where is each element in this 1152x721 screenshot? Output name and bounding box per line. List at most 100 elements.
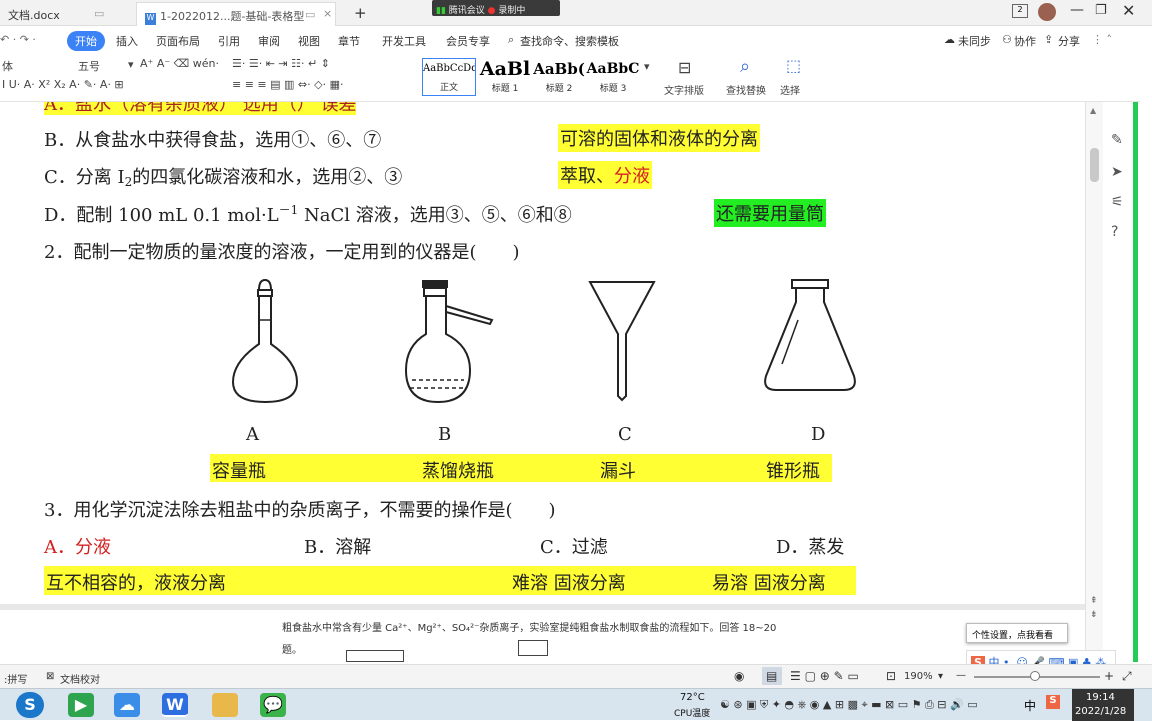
window-close-icon[interactable]: ✕ — [1122, 1, 1135, 20]
menu-layout[interactable]: 页面布局 — [156, 33, 200, 49]
menu-review[interactable]: 审阅 — [258, 33, 280, 49]
file-explorer-icon[interactable] — [212, 693, 238, 717]
page-view-icon[interactable]: ▤ — [766, 669, 777, 683]
show-desktop[interactable] — [1134, 689, 1152, 721]
undo-icon[interactable]: ↶ · ↷ · — [0, 33, 36, 46]
pen-icon[interactable]: ✎ — [1111, 132, 1123, 148]
italic-icon[interactable]: I U· A· X² X₂ A· ✎· A· ⊞ — [2, 78, 124, 91]
search-icon[interactable]: ⌕ — [508, 33, 514, 47]
page-down-icon[interactable]: ⇟ — [1090, 610, 1098, 620]
cloud-app-icon[interactable]: ☁ — [114, 693, 140, 717]
avatar[interactable] — [1038, 3, 1056, 21]
menu-developer[interactable]: 开发工具 — [382, 33, 426, 49]
minimize-icon[interactable]: — — [1070, 2, 1084, 18]
zoom-out-icon[interactable]: — — [956, 670, 966, 681]
find-icon[interactable]: ⌕ — [740, 56, 750, 77]
personalize-tooltip[interactable]: 个性设置，点我看看 — [966, 623, 1068, 643]
option-d-post: NaCl 溶液，选用③、⑤、⑥和⑧ — [298, 205, 572, 226]
bullet-list-icon[interactable]: ☰· ☰· ⇤ ⇥ ☷· ↵ ⇕ — [232, 57, 330, 70]
option-d-line: D．配制 100 mL 0.1 mol·L－1 NaCl 溶液，选用③、⑤、⑥和… — [44, 201, 572, 227]
option-c-post: 的四氯化碳溶液和水，选用②、③ — [132, 167, 403, 188]
option-b-line: B．从食盐水中获得食盐，选用①、⑥、⑦ — [44, 130, 382, 151]
font-name-box[interactable]: 体 — [2, 58, 13, 74]
menu-view[interactable]: 视图 — [298, 33, 320, 49]
select-icon[interactable]: ⬚ — [786, 56, 801, 75]
align-icons[interactable]: ≡ ≡ ≡ ▤ ▥ ⇔· ◇· ▦· — [232, 78, 343, 91]
menu-bar: ↶ · ↷ · 开始 插入 页面布局 引用 审阅 视图 章节 开发工具 会员专享… — [0, 28, 1152, 52]
wechat-icon[interactable]: 💬 — [260, 693, 286, 717]
tab-pin-icon[interactable]: ▭ — [305, 8, 315, 21]
eye-protect-icon[interactable]: ◉ — [734, 669, 744, 683]
more-icon[interactable]: ⋮ ˄ — [1092, 33, 1112, 46]
scroll-thumb[interactable] — [1090, 148, 1099, 182]
unsync-label[interactable]: 未同步 — [958, 33, 991, 49]
player-icon[interactable]: ▶ — [68, 693, 94, 717]
meeting-frame-edge — [1133, 102, 1138, 662]
collab-button[interactable]: 协作 — [1014, 33, 1036, 49]
font-size-box[interactable]: 五号 — [78, 58, 100, 74]
document-page[interactable]: A．盐水（溶有杂质液） 选用（） 误差 B．从食盐水中获得食盐，选用①、⑥、⑦ … — [0, 102, 1085, 662]
name-erlenmeyer-flask: 锥形瓶 — [766, 461, 820, 482]
font-size-dropdown-icon[interactable]: ▾ — [128, 58, 134, 71]
close-icon[interactable]: × — [323, 7, 332, 20]
new-tab-button[interactable]: + — [346, 2, 375, 26]
settings-sliders-icon[interactable]: ⚟ — [1111, 194, 1124, 210]
scroll-up-icon[interactable]: ▲ — [1090, 106, 1096, 115]
status-spellcheck-icon[interactable]: :拼写 — [4, 671, 27, 686]
doc-check-button[interactable]: 文档校对 — [60, 671, 100, 686]
menu-chapter[interactable]: 章节 — [338, 33, 360, 49]
zoom-slider-handle[interactable] — [1030, 671, 1040, 681]
find-replace-button[interactable]: 查找替换 — [726, 82, 766, 97]
tab-doc2-label: 1-2022012...题-基础-表格型 — [160, 10, 305, 23]
zoom-level[interactable]: 190% — [904, 671, 933, 682]
wps-doc-icon: W — [145, 13, 156, 25]
wps-writer-icon[interactable]: W — [162, 693, 188, 717]
zoom-icon[interactable]: ⊡ — [886, 669, 896, 683]
styles-dropdown-icon[interactable]: ▾ — [644, 60, 650, 73]
grow-font-icon[interactable]: A⁺ A⁻ ⌫ wén· — [140, 57, 219, 70]
page-up-icon[interactable]: ⇞ — [1090, 596, 1098, 606]
select-button[interactable]: 选择 — [780, 82, 800, 97]
fullscreen-icon[interactable]: ⤢ — [1122, 669, 1132, 684]
menu-insert[interactable]: 插入 — [116, 33, 138, 49]
tab-doc2[interactable]: W 1-2022012...题-基础-表格型 ▭ × — [136, 2, 336, 26]
style-heading1[interactable]: AaBl 标题 1 — [478, 58, 532, 96]
tray-ime[interactable]: 中 — [1024, 697, 1036, 714]
zoom-in-icon[interactable]: + — [1104, 669, 1114, 683]
tab-doc1[interactable]: 文档.docx ▭ — [0, 2, 130, 26]
cursor-icon[interactable]: ➤ — [1111, 164, 1123, 180]
command-search[interactable]: 查找命令、搜索模板 — [520, 33, 619, 49]
style-normal[interactable]: AaBbCcDd 正文 — [422, 58, 476, 96]
volumetric-flask-image — [231, 278, 299, 404]
sync-icon[interactable]: ☁ — [944, 33, 955, 46]
vertical-scrollbar[interactable]: ▲ ⇞ ⇟ — [1085, 102, 1103, 662]
style-heading2[interactable]: AaBb( 标题 2 — [532, 58, 586, 96]
text-layout-icon[interactable]: ⊟ — [678, 58, 691, 77]
collab-icon[interactable]: ⚇ — [1002, 33, 1012, 46]
name-distilling-flask: 蒸馏烧瓶 — [422, 461, 494, 482]
text-layout-button[interactable]: 文字排版 — [664, 82, 704, 97]
tray-icons[interactable]: ☯ ⊛ ▣ ⛨ ✦ ◓ ⎈ ◉ ▲ ⊞ ▩ ⌖ ▬ ⊠ ▭ ⚑ ⎙ ⊟ 🔊 ▭ — [720, 698, 978, 712]
sogou-tray-icon[interactable]: S — [1046, 695, 1060, 709]
ribbon-toolbar: 体 五号 ▾ A⁺ A⁻ ⌫ wén· ☰· ☰· ⇤ ⇥ ☷· ↵ ⇕ I U… — [0, 54, 1140, 102]
outline-view-icon[interactable]: ☰ ▢ ⊕ ✎ ▭ — [790, 669, 859, 683]
meeting-bar[interactable]: ▮▮ 腾讯会议 ● 录制中 — [432, 0, 560, 16]
tab-doc1-label: 文档.docx — [8, 9, 60, 22]
window-layout-icon[interactable]: 2 — [1012, 4, 1028, 18]
cutoff-text: A．盐水（溶有杂质液） 选用（） 误差 — [44, 102, 357, 115]
apparatus-letter-d: D — [811, 424, 826, 445]
doc-check-icon[interactable]: ⊠ — [46, 671, 54, 682]
share-icon[interactable]: ⇪ — [1044, 33, 1053, 46]
tab-pin-icon[interactable]: ▭ — [94, 7, 104, 20]
style-heading3[interactable]: AaBbC 标题 3 — [586, 58, 640, 96]
help-icon[interactable]: ? — [1111, 224, 1118, 240]
restore-icon[interactable]: ❐ — [1095, 3, 1107, 18]
share-button[interactable]: 分享 — [1058, 33, 1080, 49]
menu-home[interactable]: 开始 — [67, 31, 105, 51]
q3-option-d: D．蒸发 — [776, 537, 845, 558]
meeting-status: 腾讯会议 — [448, 6, 485, 16]
menu-references[interactable]: 引用 — [218, 33, 240, 49]
zoom-dropdown-icon[interactable]: ▾ — [938, 671, 943, 682]
start-icon[interactable]: S — [16, 692, 44, 718]
menu-special[interactable]: 会员专享 — [446, 33, 490, 49]
